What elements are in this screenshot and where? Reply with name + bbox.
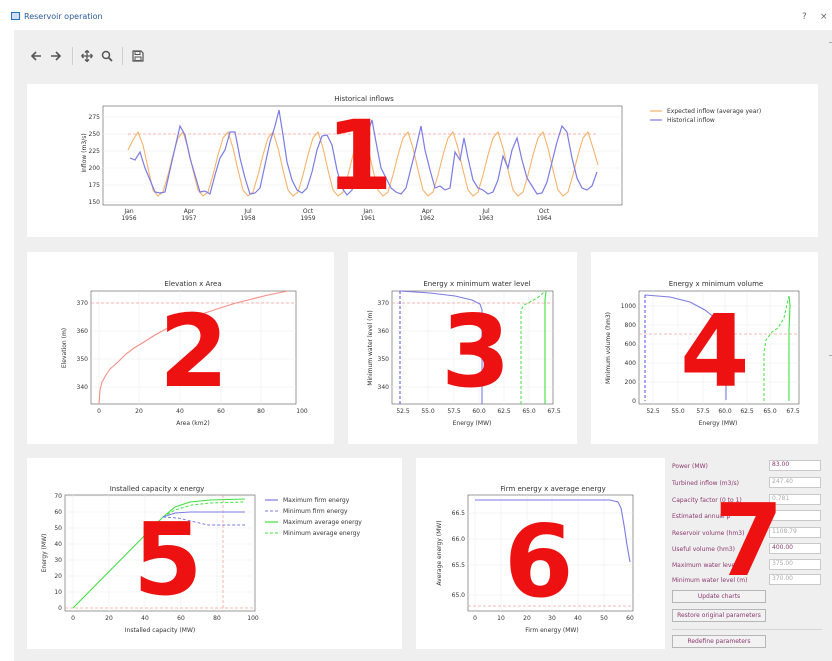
chart-title: Firm energy x average energy [500, 485, 606, 493]
restore-parameters-button[interactable]: Restore original parameters [672, 609, 766, 622]
x-tick: 60 [626, 615, 634, 622]
x-tick: 40 [574, 615, 582, 622]
redefine-parameters-button[interactable]: Redefine parameters [672, 635, 766, 648]
y-tick: 66.5 [452, 510, 466, 517]
y-axis-label: Average energy (MW) [436, 520, 443, 585]
power-input[interactable]: 83.00 [769, 460, 821, 471]
y-tick: 65.0 [452, 592, 466, 599]
x-axis-label: Firm energy (MW) [525, 627, 578, 634]
form-divider [672, 629, 822, 630]
y-tick: 66.0 [452, 536, 466, 543]
form-label-power: Power (MW) [672, 463, 708, 470]
overlay-number: 6 [504, 503, 574, 620]
x-tick: 50 [600, 615, 608, 622]
x-tick: 0 [473, 615, 477, 622]
y-tick: 65.5 [452, 562, 466, 569]
overlay-number: 7 [714, 482, 784, 599]
